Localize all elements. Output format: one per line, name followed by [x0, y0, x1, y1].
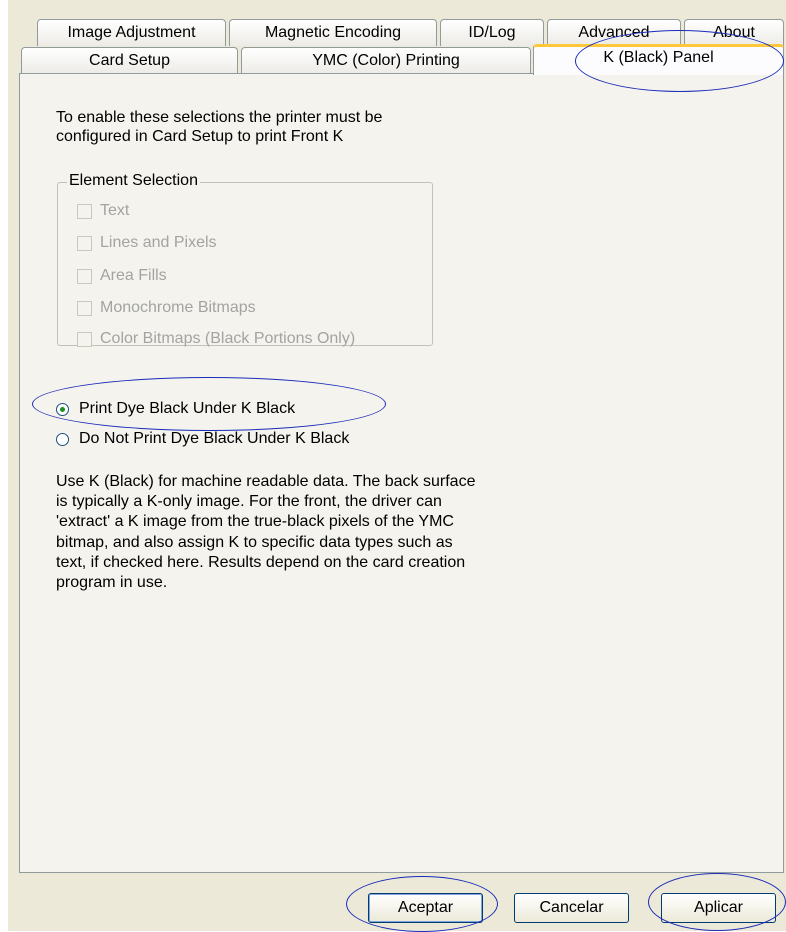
tab-id-log[interactable]: ID/Log [440, 19, 544, 46]
ok-button[interactable]: Aceptar [368, 893, 483, 923]
cancel-button[interactable]: Cancelar [514, 893, 629, 923]
tab-magnetic-encoding[interactable]: Magnetic Encoding [229, 19, 437, 46]
tab-card-setup[interactable]: Card Setup [21, 47, 238, 74]
tab-advanced[interactable]: Advanced [547, 19, 681, 46]
tab-k-black-panel[interactable]: K (Black) Panel [533, 44, 784, 75]
tab-image-adjustment[interactable]: Image Adjustment [37, 19, 226, 46]
apply-button[interactable]: Aplicar [661, 893, 776, 923]
tab-ymc-color-printing[interactable]: YMC (Color) Printing [241, 47, 531, 74]
tab-panel-k-black [19, 73, 784, 873]
tab-about[interactable]: About [684, 19, 784, 46]
